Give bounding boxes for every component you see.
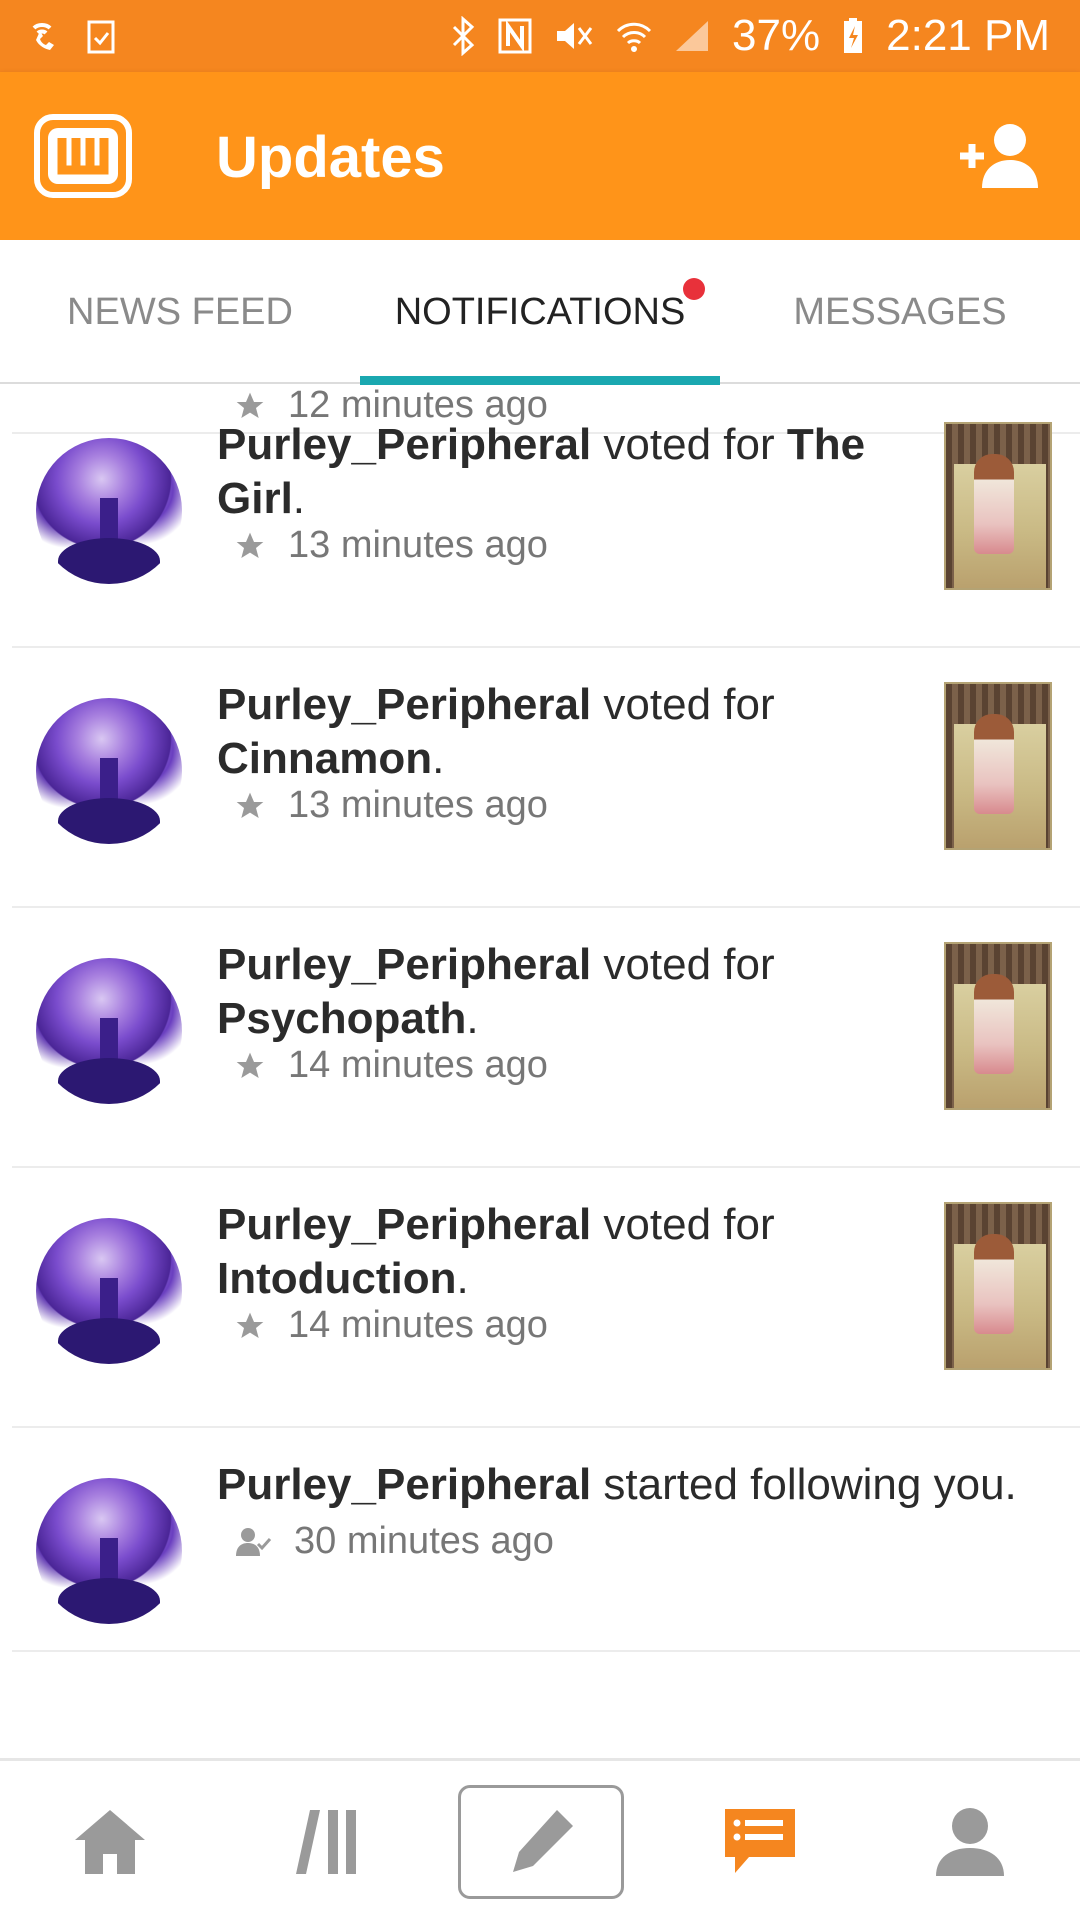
item-meta: 14 minutes ago: [234, 1304, 548, 1347]
tab-bar: NEWS FEED NOTIFICATIONS MESSAGES: [0, 240, 1080, 385]
signal-icon: [674, 19, 710, 53]
list-item[interactable]: Purley_Peripheral voted for Intoduction.…: [12, 1168, 1080, 1428]
bluetooth-icon: [450, 16, 476, 56]
username[interactable]: Purley_Peripheral: [217, 1460, 591, 1509]
story-title[interactable]: Psychopath: [217, 994, 466, 1043]
add-friend-icon[interactable]: [958, 120, 1042, 192]
wifi-icon: [616, 19, 652, 53]
star-icon: [236, 792, 264, 818]
punctuation: .: [292, 474, 306, 523]
notification-text[interactable]: Purley_Peripheral started following you.: [217, 1458, 1067, 1512]
tab-notifications[interactable]: NOTIFICATIONS: [360, 240, 720, 384]
tab-messages[interactable]: MESSAGES: [720, 240, 1080, 384]
username[interactable]: Purley_Peripheral: [217, 420, 591, 469]
list-item[interactable]: Purley_Peripheral voted for The Girl. 13…: [12, 388, 1080, 648]
item-meta: 14 minutes ago: [234, 1044, 548, 1087]
notification-text[interactable]: Purley_Peripheral voted for The Girl.: [217, 418, 917, 526]
clock: 2:21 PM: [886, 11, 1050, 60]
chat-icon: [725, 1809, 795, 1873]
notification-text[interactable]: Purley_Peripheral voted for Cinnamon.: [217, 678, 917, 786]
story-cover[interactable]: [944, 942, 1052, 1110]
action-text: voted for: [591, 1200, 775, 1249]
username[interactable]: Purley_Peripheral: [217, 940, 591, 989]
star-icon: [236, 532, 264, 558]
avatar[interactable]: [36, 698, 182, 844]
avatar[interactable]: [36, 958, 182, 1104]
item-meta: 13 minutes ago: [234, 524, 548, 567]
nav-library-button[interactable]: [265, 1761, 385, 1920]
item-meta: 13 minutes ago: [234, 784, 548, 827]
nav-home-button[interactable]: [50, 1761, 170, 1920]
punctuation: .: [456, 1254, 469, 1303]
avatar[interactable]: [36, 438, 182, 584]
timestamp: 13 minutes ago: [288, 784, 548, 826]
avatar[interactable]: [36, 1218, 182, 1364]
app-bar: Updates: [0, 72, 1080, 240]
nav-updates-button[interactable]: [700, 1761, 820, 1920]
clipboard-check-icon: [86, 18, 116, 54]
story-cover[interactable]: [944, 682, 1052, 850]
wattpad-logo-icon[interactable]: [34, 114, 132, 198]
story-title[interactable]: Intoduction: [217, 1254, 457, 1303]
action-text: started following you.: [591, 1460, 1017, 1509]
timestamp: 30 minutes ago: [294, 1520, 554, 1562]
page-title: Updates: [216, 125, 445, 190]
nav-write-button[interactable]: [458, 1785, 624, 1899]
pencil-icon: [513, 1810, 573, 1872]
item-meta: 30 minutes ago: [234, 1520, 554, 1563]
username[interactable]: Purley_Peripheral: [217, 680, 591, 729]
timestamp: 13 minutes ago: [288, 524, 548, 566]
notification-text[interactable]: Purley_Peripheral voted for Psychopath.: [217, 938, 917, 1046]
star-icon: [236, 1052, 264, 1078]
username[interactable]: Purley_Peripheral: [217, 1200, 591, 1249]
action-text: voted for: [591, 420, 787, 469]
punctuation: .: [466, 994, 479, 1043]
timestamp: 14 minutes ago: [288, 1044, 548, 1086]
list-item[interactable]: Purley_Peripheral voted for Cinnamon. 13…: [12, 648, 1080, 908]
nfc-icon: [498, 18, 532, 54]
story-title[interactable]: Cinnamon: [217, 734, 432, 783]
tab-news-feed[interactable]: NEWS FEED: [0, 240, 360, 384]
status-right: 37% 2:21 PM: [450, 11, 1050, 61]
tab-indicator: [360, 376, 720, 385]
action-text: voted for: [591, 940, 775, 989]
action-text: voted for: [591, 680, 775, 729]
library-icon: [296, 1810, 356, 1874]
story-cover[interactable]: [944, 1202, 1052, 1370]
notification-badge: [683, 278, 705, 300]
list-item[interactable]: Purley_Peripheral voted for Psychopath. …: [12, 908, 1080, 1168]
story-cover[interactable]: [944, 422, 1052, 590]
wifi-calling-icon: [28, 18, 64, 54]
punctuation: .: [432, 734, 445, 783]
profile-icon: [936, 1808, 1004, 1876]
star-icon: [236, 1312, 264, 1338]
nav-profile-button[interactable]: [910, 1761, 1030, 1920]
notification-list[interactable]: 12 minutes ago Purley_Peripheral voted f…: [0, 386, 1080, 1758]
status-left: [28, 18, 116, 54]
bottom-nav: [0, 1758, 1080, 1920]
timestamp: 14 minutes ago: [288, 1304, 548, 1346]
mute-icon: [554, 18, 594, 54]
status-bar: 37% 2:21 PM: [0, 0, 1080, 72]
list-item[interactable]: Purley_Peripheral started following you.…: [12, 1428, 1080, 1652]
battery-icon: [842, 17, 864, 55]
notification-text[interactable]: Purley_Peripheral voted for Intoduction.: [217, 1198, 917, 1306]
battery-percent: 37%: [732, 11, 821, 60]
follow-icon: [236, 1527, 272, 1556]
home-icon: [75, 1810, 145, 1874]
avatar[interactable]: [36, 1478, 182, 1624]
